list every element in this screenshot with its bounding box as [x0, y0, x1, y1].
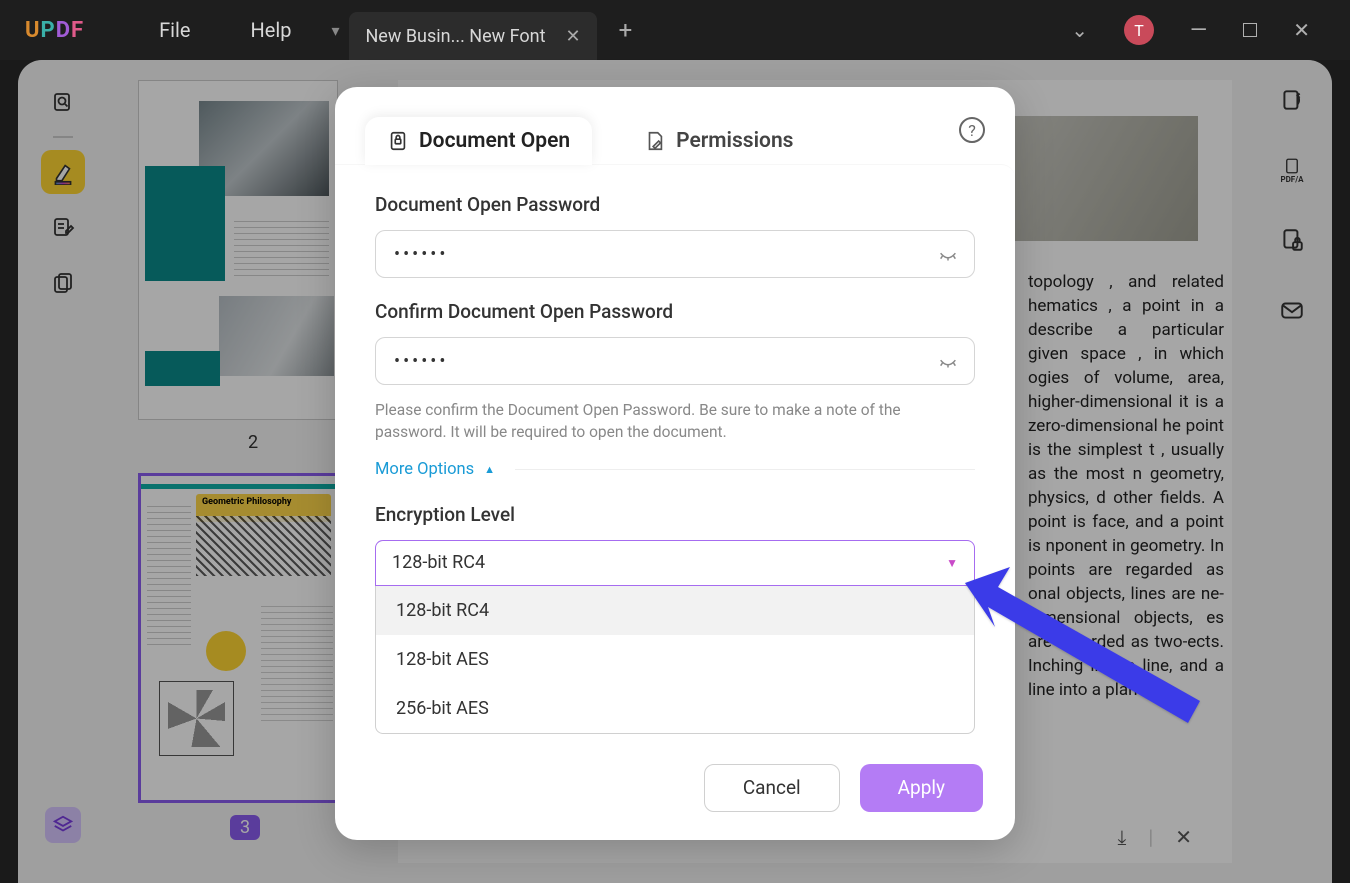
tab-dropdown-icon[interactable]: ▾ [321, 21, 349, 40]
maximize-icon[interactable] [1243, 23, 1257, 37]
main-menu: File Help [159, 18, 291, 42]
encryption-dropdown: 128-bit RC4 128-bit AES 256-bit AES [375, 586, 975, 734]
caret-up-icon: ▲ [484, 463, 495, 476]
user-avatar[interactable]: T [1124, 15, 1154, 45]
encryption-option-rc4[interactable]: 128-bit RC4 [376, 586, 974, 635]
show-confirm-password-icon[interactable] [937, 351, 959, 378]
more-options-toggle[interactable]: More Options ▲ [375, 460, 975, 479]
helper-text: Please confirm the Document Open Passwor… [375, 399, 975, 444]
tab-document-open[interactable]: Document Open [365, 117, 592, 165]
encrypt-modal: Document Open Permissions ? Document Ope… [335, 87, 1015, 840]
encryption-label: Encryption Level [375, 503, 975, 526]
modal-footer: Cancel Apply [335, 744, 1015, 840]
title-bar: UPDF File Help ▾ New Busin... New Font ✕… [0, 0, 1350, 60]
password-input[interactable] [375, 230, 975, 278]
minimize-icon[interactable]: — [1190, 18, 1207, 43]
modal-tabs: Document Open Permissions ? [335, 87, 1015, 165]
tab-title: New Busin... New Font [365, 26, 545, 47]
confirm-password-input[interactable] [375, 337, 975, 385]
encryption-select[interactable]: 128-bit RC4 ▼ [375, 540, 975, 586]
chevron-down-icon[interactable]: ⌄ [1071, 18, 1088, 42]
help-icon[interactable]: ? [959, 117, 985, 143]
tab-bar: ▾ New Busin... New Font ✕ + [321, 0, 632, 60]
cancel-button[interactable]: Cancel [704, 764, 840, 812]
menu-help[interactable]: Help [250, 18, 291, 42]
caret-down-icon: ▼ [946, 556, 958, 570]
tab-permissions[interactable]: Permissions [622, 117, 815, 165]
encryption-option-aes128[interactable]: 128-bit AES [376, 635, 974, 684]
confirm-password-label: Confirm Document Open Password [375, 300, 975, 323]
window-controls: ⌄ T — ✕ [1071, 15, 1350, 45]
menu-file[interactable]: File [159, 18, 190, 42]
app-logo: UPDF [25, 18, 84, 43]
new-tab-button[interactable]: + [619, 16, 633, 44]
password-label: Document Open Password [375, 193, 975, 216]
document-tab[interactable]: New Busin... New Font ✕ [349, 12, 596, 60]
close-tab-icon[interactable]: ✕ [566, 26, 581, 47]
show-password-icon[interactable] [937, 244, 959, 271]
apply-button[interactable]: Apply [860, 764, 983, 812]
encryption-option-aes256[interactable]: 256-bit AES [376, 684, 974, 733]
close-window-icon[interactable]: ✕ [1293, 18, 1310, 42]
